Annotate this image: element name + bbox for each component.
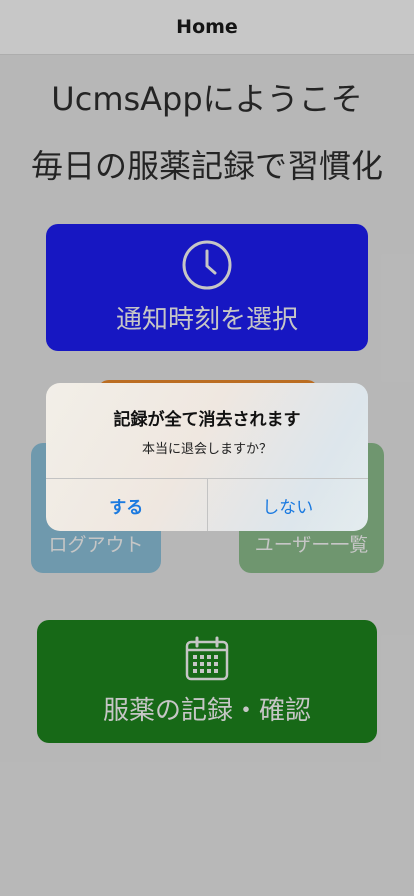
nav-title: Home [176,16,238,38]
navigation-bar: Home [0,0,414,55]
alert-message: 本当に退会しますか？ [141,441,272,457]
cancel-button[interactable]: しない [208,479,369,531]
withdraw-alert-dialog: 記録が全て消去されます 本当に退会しますか？ する しない [46,383,368,531]
alert-actions: する しない [46,478,368,531]
alert-body: 記録が全て消去されます 本当に退会しますか？ [46,383,368,478]
alert-title: 記録が全て消去されます [113,409,301,430]
confirm-button[interactable]: する [46,479,207,531]
